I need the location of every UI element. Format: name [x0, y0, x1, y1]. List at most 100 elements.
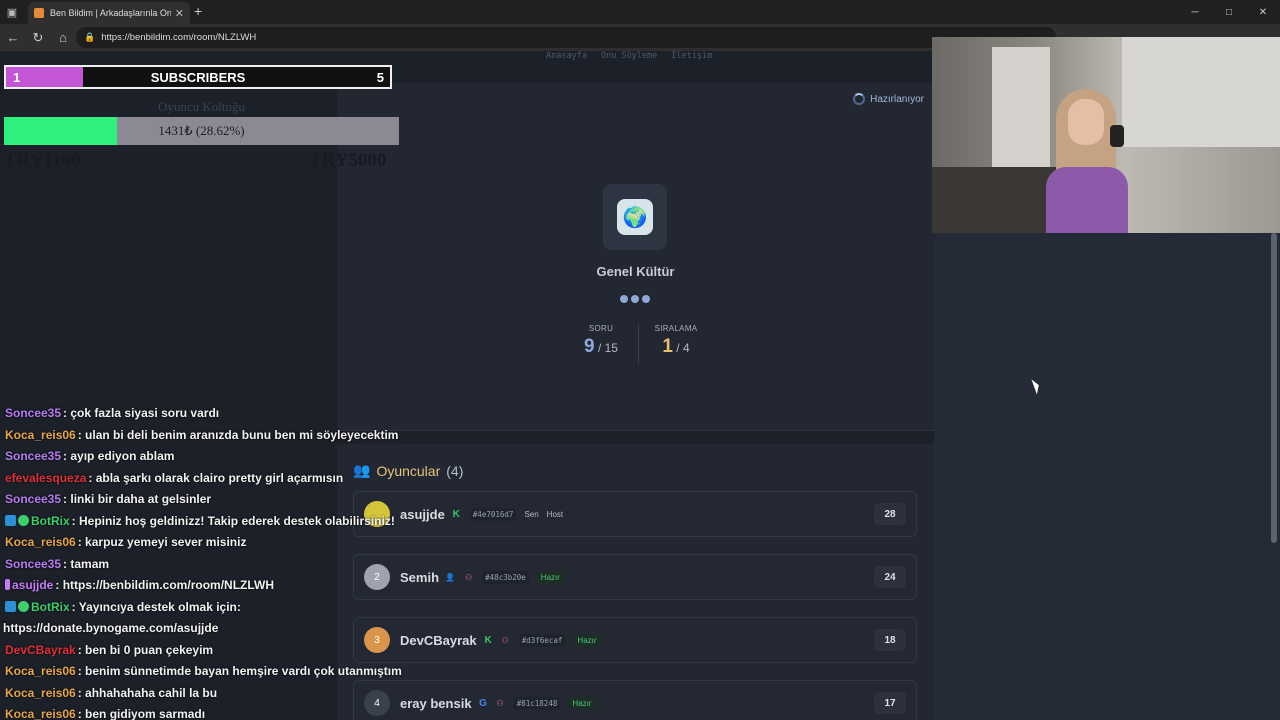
chat-message: Koca_reis06: ahhahahaha cahil la bu	[0, 683, 400, 705]
window-menu-icon[interactable]: ▣	[0, 0, 24, 24]
question-current: 9	[584, 336, 595, 357]
chat-message: DevCBayrak: ben bi 0 puan çekeyim	[0, 640, 400, 662]
subscribers-goal-bar: 1 SUBSCRIBERS 5	[4, 65, 392, 89]
webcam-feed	[932, 37, 1280, 233]
chat-text: : ahhahahaha cahil la bu	[77, 685, 218, 700]
chat-username: BotRix	[31, 513, 70, 528]
user-role-icon: ⚇	[496, 698, 504, 708]
chat-username: Koca_reis06	[5, 664, 76, 678]
tab-close-icon[interactable]: ✕	[175, 7, 184, 20]
player-id: #4e7016d7	[469, 507, 517, 521]
right-panel	[934, 233, 1280, 720]
chat-text: https://donate.bynogame.com/asujjde	[3, 621, 219, 635]
url-input[interactable]: 🔒 https://benbildim.com/room/NLZLWH	[76, 27, 1056, 48]
player-row[interactable]: 4 eray bensik G ⚇ #81c18248 Hazır 17	[353, 680, 917, 720]
user-role-icon: ⚇	[501, 635, 509, 645]
streamer-badge-icon	[5, 579, 10, 590]
category-name: Genel Kültür	[596, 264, 675, 279]
chat-username: Soncee35	[5, 556, 62, 571]
stat-divider	[638, 324, 639, 364]
player-score: 28	[874, 503, 906, 525]
player-name: asujjde	[400, 506, 445, 522]
chat-username: asujjde	[12, 578, 54, 592]
players-count: (4)	[446, 462, 464, 479]
player-score: 24	[874, 566, 906, 588]
chat-username: Soncee35	[5, 406, 62, 420]
chat-message: Soncee35: linki bir daha at gelsinler	[0, 489, 400, 511]
chat-message: Soncee35: çok fazla siyasi soru vardı	[0, 403, 400, 425]
question-stat: SORU 9 / 15	[570, 324, 632, 364]
chat-message: BotRix: Hepiniz hoş geldinizz! Takip ede…	[0, 511, 400, 533]
scrollbar-thumb[interactable]	[1271, 233, 1277, 543]
close-window-button[interactable]: ✕	[1246, 0, 1280, 24]
back-icon[interactable]: ←	[1, 30, 25, 45]
category-icon: 🌍	[603, 184, 667, 250]
players-card: 👥 Oyuncular (4) asujjde K #4e7016d7 Sen Host…	[337, 444, 934, 720]
player-score: 18	[874, 629, 906, 651]
donation-min: TRY1100	[4, 150, 81, 171]
player-platform-badge-icon: K	[484, 634, 492, 646]
nav-home[interactable]: Anasayfa	[546, 51, 587, 61]
player-tag: Host	[546, 509, 564, 519]
verified-icon	[18, 600, 29, 612]
headset-icon	[1110, 125, 1124, 147]
chat-username: Koca_reis06	[5, 707, 76, 720]
player-name: eray bensik	[400, 695, 472, 711]
chat-username: DevCBayrak	[5, 642, 76, 657]
chat-message: Soncee35: ayıp ediyon ablam	[0, 446, 400, 468]
chat-text: : https://benbildim.com/room/NLZLWH	[55, 578, 275, 592]
player-row[interactable]: asujjde K #4e7016d7 Sen Host 28	[353, 491, 917, 537]
game-status: Hazırlanıyor	[853, 93, 924, 105]
question-total: / 15	[597, 341, 618, 355]
donation-amount: 1431₺ (28.62%)	[158, 123, 245, 138]
chat-text: : Yayıncıya destek olmak için:	[71, 599, 241, 614]
nav-contact[interactable]: İletişim	[671, 51, 712, 61]
reload-icon[interactable]: ↻	[26, 30, 50, 46]
player-row[interactable]: 3 DevCBayrak K ⚇ #d3f6ecaf Hazır 18	[353, 617, 917, 663]
globe-book-icon: 🌍	[617, 199, 653, 235]
maximize-button[interactable]: □	[1212, 0, 1246, 24]
donation-title: Oyuncu Koltuğu	[157, 99, 246, 114]
chat-text: : Hepiniz hoş geldinizz! Takip ederek de…	[71, 513, 395, 528]
player-ready-badge: Hazır	[568, 696, 596, 710]
tab-title: Ben Bildim | Arkadaşlarınla Online	[50, 8, 171, 18]
chat-message: https://donate.bynogame.com/asujjde	[0, 618, 400, 640]
url-text: https://benbildim.com/room/NLZLWH	[101, 32, 257, 43]
rank-total: / 4	[676, 341, 690, 355]
chat-username: BotRix	[31, 599, 70, 614]
verified-icon	[18, 514, 29, 526]
user-icon: 👤	[445, 572, 455, 582]
chat-username: Soncee35	[5, 492, 62, 506]
chat-text: : tamam	[63, 556, 110, 571]
chat-text: : ben bi 0 puan çekeyim	[77, 642, 214, 657]
chat-message: BotRix: Yayıncıya destek olmak için:	[0, 597, 400, 619]
site-nav: Anasayfa Onu Söyleme İletişim	[546, 51, 712, 61]
rank-label: SIRALAMA	[654, 324, 698, 333]
chat-username: Soncee35	[5, 449, 62, 463]
player-platform-badge-icon: G	[479, 697, 487, 709]
player-ready-badge: Hazır	[536, 570, 564, 584]
player-ready-badge: Hazır	[573, 633, 601, 647]
new-tab-button[interactable]: +	[194, 3, 202, 19]
site-favicon-icon	[34, 8, 44, 18]
spinner-icon	[853, 93, 866, 105]
player-id: #d3f6ecaf	[518, 633, 566, 647]
player-name: Semih	[400, 569, 440, 585]
chat-username: Koca_reis06	[5, 427, 76, 442]
chat-message: Soncee35: tamam	[0, 554, 400, 576]
home-icon[interactable]: ⌂	[51, 30, 75, 45]
rank-current: 1	[662, 336, 673, 357]
player-name: DevCBayrak	[400, 632, 477, 648]
player-row[interactable]: 2 Semih 👤 ⚇ #48c3b20e Hazır 24	[353, 554, 917, 600]
game-stats: SORU 9 / 15 SIRALAMA 1 / 4	[570, 324, 707, 364]
chat-message: Koca_reis06: ben gidiyom sarmadı	[0, 704, 400, 720]
nav-onu-soyleme[interactable]: Onu Söyleme	[601, 51, 657, 61]
window-controls: ─ □ ✕	[1178, 0, 1280, 24]
question-label: SORU	[588, 324, 614, 333]
chat-text: : karpuz yemeyi sever misiniz	[77, 535, 247, 549]
minimize-button[interactable]: ─	[1178, 0, 1212, 24]
loading-dots	[620, 295, 650, 303]
bot-badge-icon	[5, 514, 16, 526]
browser-tab[interactable]: Ben Bildim | Arkadaşlarınla Online ✕	[28, 2, 190, 24]
lock-icon: 🔒	[84, 32, 96, 42]
